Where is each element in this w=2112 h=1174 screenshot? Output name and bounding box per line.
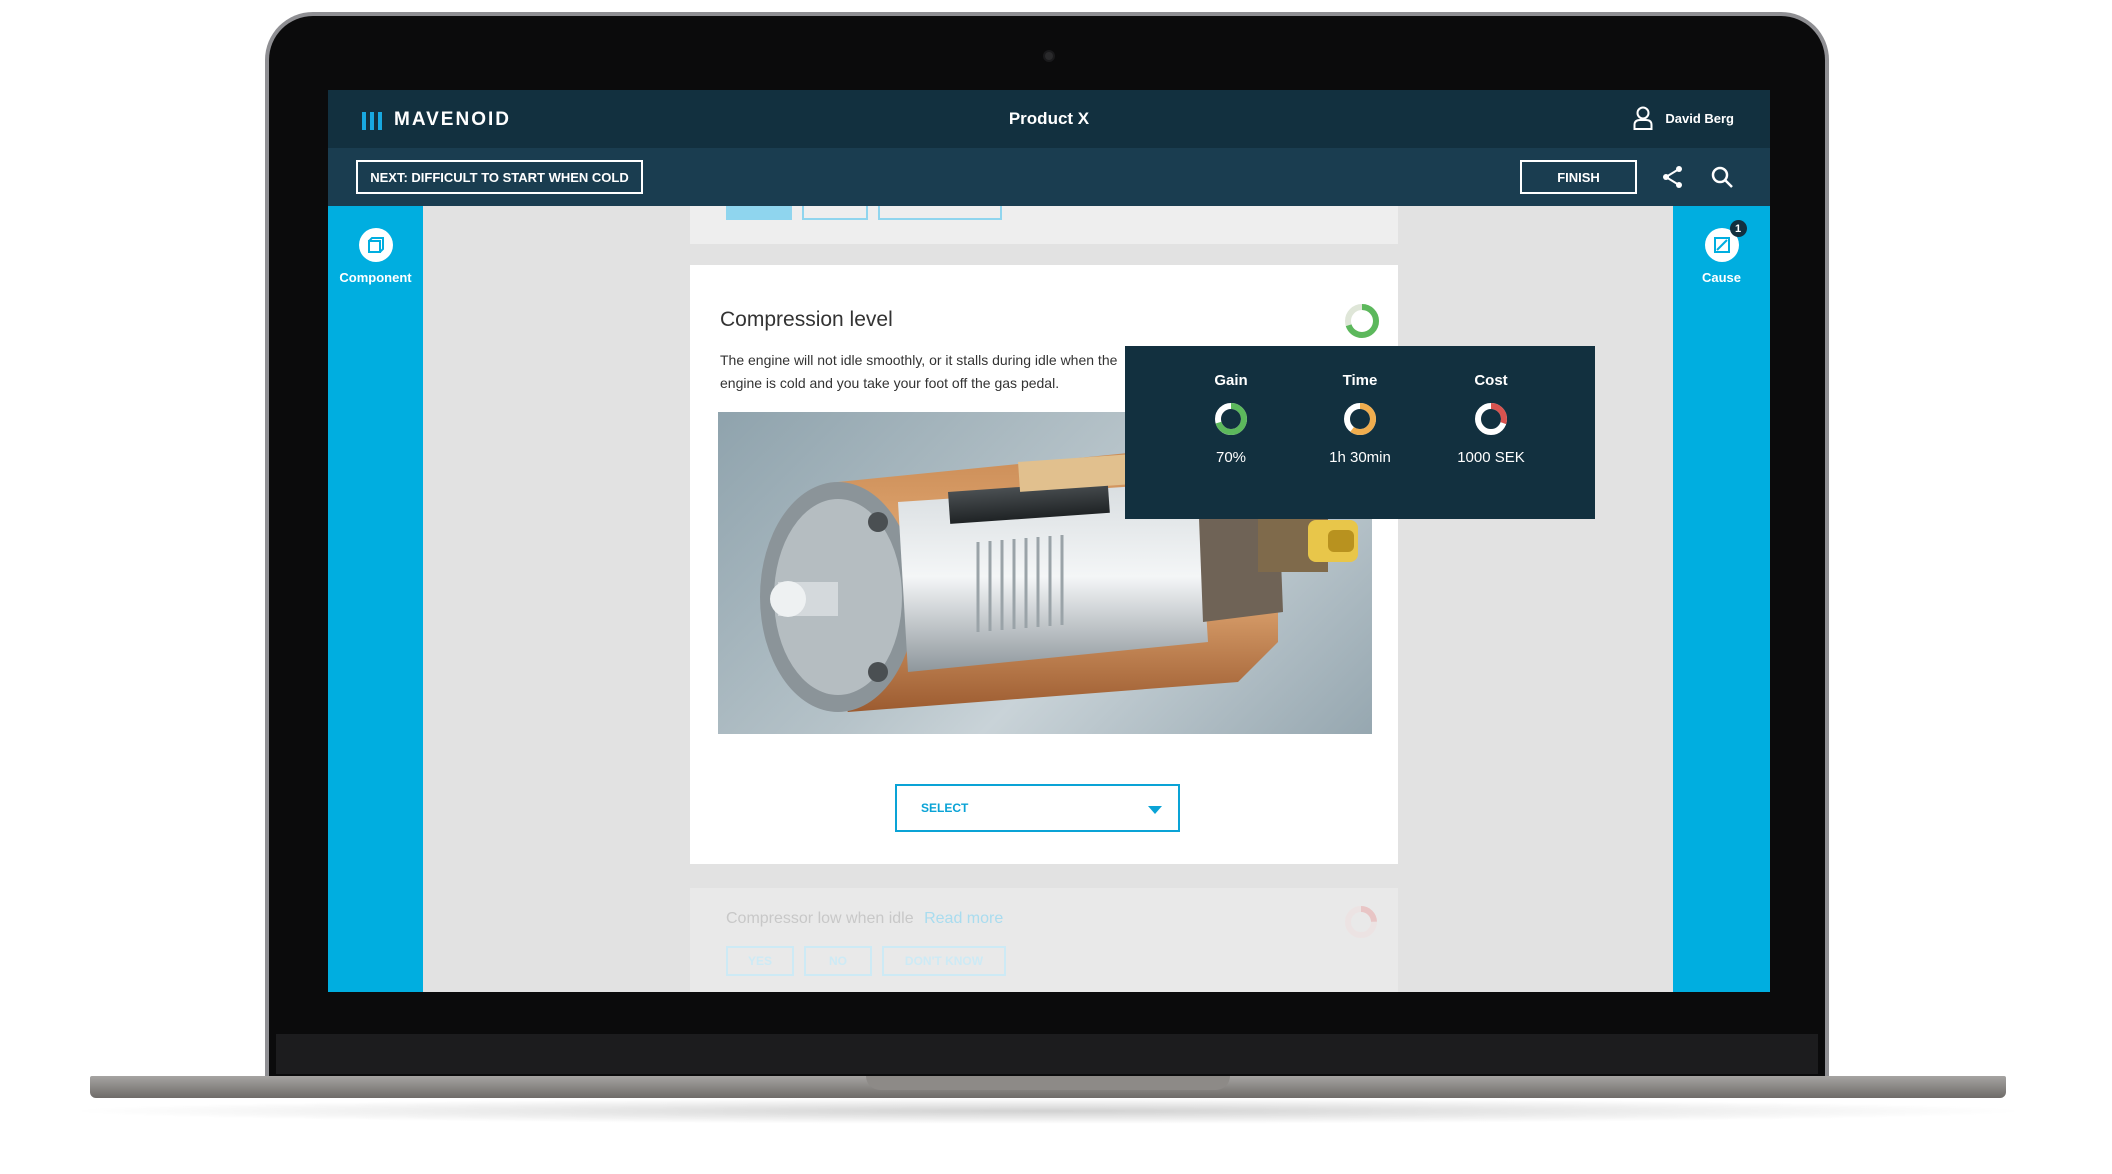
read-more-link[interactable]: Read more (924, 910, 1003, 927)
cause-select-dropdown[interactable]: SELECT (895, 784, 1180, 832)
cost-ring-icon (1475, 403, 1507, 435)
metrics-popover: Gain 70% Time 1h 30min Cost 1000 SEK (1125, 346, 1595, 519)
time-value: 1h 30min (1329, 449, 1391, 466)
cause-button[interactable]: 1 Cause (1673, 220, 1770, 285)
cause-count-badge: 1 (1729, 220, 1747, 237)
top-bar: MAVENOID Product X David Berg (328, 90, 1770, 148)
right-sidebar: 1 Cause (1673, 206, 1770, 992)
probability-ring-icon[interactable] (1343, 302, 1381, 340)
cube-icon (358, 228, 393, 262)
left-sidebar: Component (328, 206, 423, 992)
gain-metric: Gain 70% (1166, 372, 1296, 466)
next-card-buttons: YES NO DON'T KNOW (726, 946, 1006, 976)
user-icon (1633, 106, 1653, 130)
time-label: Time (1342, 372, 1378, 389)
cause-icon: 1 (1704, 220, 1747, 262)
action-bar: NEXT: DIFFICULT TO START WHEN COLD FINIS… (328, 148, 1770, 206)
next-question-card: Compressor low when idle Read more YES N… (690, 888, 1398, 992)
next-card-title-text: Compressor low when idle (726, 910, 914, 927)
cause-label: Cause (1701, 270, 1742, 285)
gain-label: Gain (1214, 372, 1248, 389)
laptop-notch (866, 1076, 1230, 1090)
next-probability-ring-icon[interactable] (1343, 904, 1379, 940)
stage: MAVENOID Product X David Berg NEXT: DIFF… (0, 0, 2112, 1174)
next-card-title: Compressor low when idle Read more (726, 910, 1003, 928)
share-icon[interactable] (1662, 165, 1684, 189)
user-name: David Berg (1665, 110, 1734, 126)
card-title: Compression level (720, 308, 893, 331)
component-label: Component (339, 270, 412, 285)
card-description: The engine will not idle smoothly, or it… (720, 352, 1118, 391)
product-title: Product X (1008, 109, 1090, 128)
prev-dont-know-button[interactable] (878, 206, 1002, 220)
cost-label: Cost (1474, 372, 1508, 389)
finish-button[interactable]: FINISH (1520, 160, 1637, 194)
gain-value: 70% (1215, 449, 1247, 466)
app-screen: MAVENOID Product X David Berg NEXT: DIFF… (328, 90, 1770, 992)
cost-metric: Cost 1000 SEK (1426, 372, 1556, 466)
laptop-shadow (60, 1098, 2036, 1124)
prev-no-button[interactable] (802, 206, 868, 220)
time-ring-icon (1344, 403, 1376, 435)
select-label: SELECT (921, 801, 969, 815)
search-icon[interactable] (1710, 165, 1734, 189)
previous-card-buttons (726, 206, 1002, 220)
yes-button[interactable]: YES (726, 946, 794, 976)
prev-yes-button[interactable] (726, 206, 792, 220)
dont-know-button[interactable]: DON'T KNOW (882, 946, 1006, 976)
camera-icon (1043, 50, 1055, 62)
previous-card (690, 206, 1398, 244)
laptop-chin (276, 1034, 1818, 1074)
no-button[interactable]: NO (804, 946, 872, 976)
time-metric: Time 1h 30min (1295, 372, 1425, 466)
user-menu[interactable]: David Berg (1633, 106, 1734, 130)
chevron-down-icon (1148, 806, 1162, 814)
next-step-button[interactable]: NEXT: DIFFICULT TO START WHEN COLD (356, 160, 643, 194)
gain-ring-icon (1215, 403, 1247, 435)
cost-value: 1000 SEK (1457, 449, 1525, 466)
component-button[interactable]: Component (328, 228, 423, 285)
